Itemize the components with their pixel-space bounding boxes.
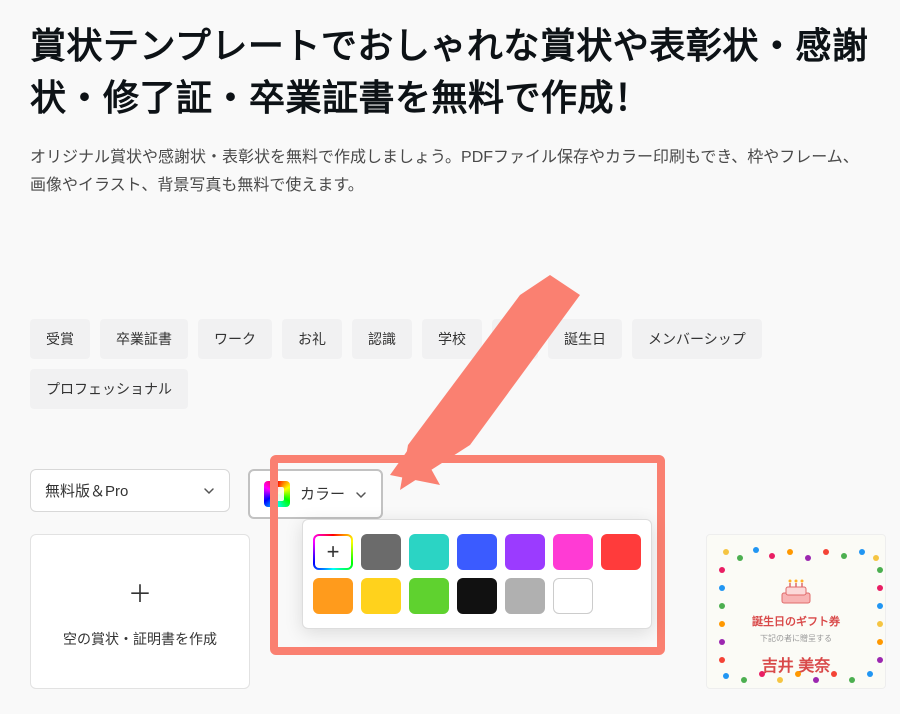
- color-swatch[interactable]: [313, 578, 353, 614]
- filters-row: 無料版＆Pro カラー: [30, 469, 870, 519]
- color-swatch[interactable]: [457, 578, 497, 614]
- color-swatch[interactable]: [601, 534, 641, 570]
- category-chip[interactable]: お礼: [282, 319, 342, 359]
- color-swatch[interactable]: [361, 534, 401, 570]
- templates-row: ＋ 空の賞状・証明書を作成: [30, 534, 250, 689]
- chevron-down-icon: [355, 488, 367, 500]
- category-chip[interactable]: メンバーシップ: [632, 319, 762, 359]
- plus-icon: ＋: [128, 574, 152, 609]
- color-swatch[interactable]: [505, 578, 545, 614]
- category-chip[interactable]: 卒業証書: [100, 319, 188, 359]
- gift-card-subtitle: 下記の者に贈呈する: [717, 633, 875, 644]
- category-chip[interactable]: プロフェッショナル: [30, 369, 188, 409]
- color-dropdown-label: カラー: [300, 483, 345, 504]
- add-color-swatch[interactable]: +: [313, 534, 353, 570]
- category-chips: 受賞卒業証書ワークお礼認識学校紙誕生日メンバーシッププロフェッショナル: [30, 319, 870, 409]
- color-swatch[interactable]: [409, 578, 449, 614]
- category-chip[interactable]: ワーク: [198, 319, 272, 359]
- create-blank-template-card[interactable]: ＋ 空の賞状・証明書を作成: [30, 534, 250, 689]
- gift-card-name: 吉井 美奈: [717, 652, 875, 676]
- color-swatch[interactable]: [409, 534, 449, 570]
- plan-dropdown-label: 無料版＆Pro: [45, 480, 128, 501]
- category-chip[interactable]: 認識: [352, 319, 412, 359]
- color-swatch[interactable]: [505, 534, 545, 570]
- category-chip[interactable]: 受賞: [30, 319, 90, 359]
- chevron-down-icon: [203, 484, 215, 496]
- color-swatch-grid: +: [317, 534, 637, 614]
- color-wheel-icon: [264, 481, 290, 507]
- color-dropdown[interactable]: カラー: [248, 469, 383, 519]
- cake-icon: [776, 575, 816, 605]
- page-title: 賞状テンプレートでおしゃれな賞状や表彰状・感謝状・修了証・卒業証書を無料で作成！: [30, 20, 870, 124]
- gift-card-title: 誕生日のギフト券: [717, 613, 875, 629]
- color-swatch[interactable]: [553, 578, 593, 614]
- plan-dropdown[interactable]: 無料版＆Pro: [30, 469, 230, 512]
- color-swatch[interactable]: [553, 534, 593, 570]
- category-chip[interactable]: 学校: [422, 319, 482, 359]
- category-chip[interactable]: 紙: [492, 319, 538, 359]
- template-card-giftcard[interactable]: 誕生日のギフト券 下記の者に贈呈する 吉井 美奈: [706, 534, 886, 689]
- color-swatch[interactable]: [361, 578, 401, 614]
- color-popover: +: [302, 519, 652, 629]
- create-blank-label: 空の賞状・証明書を作成: [63, 629, 217, 649]
- color-swatch[interactable]: [457, 534, 497, 570]
- category-chip[interactable]: 誕生日: [548, 319, 622, 359]
- page-subtitle: オリジナル賞状や感謝状・表彰状を無料で作成しましょう。PDFファイル保存やカラー…: [30, 144, 870, 198]
